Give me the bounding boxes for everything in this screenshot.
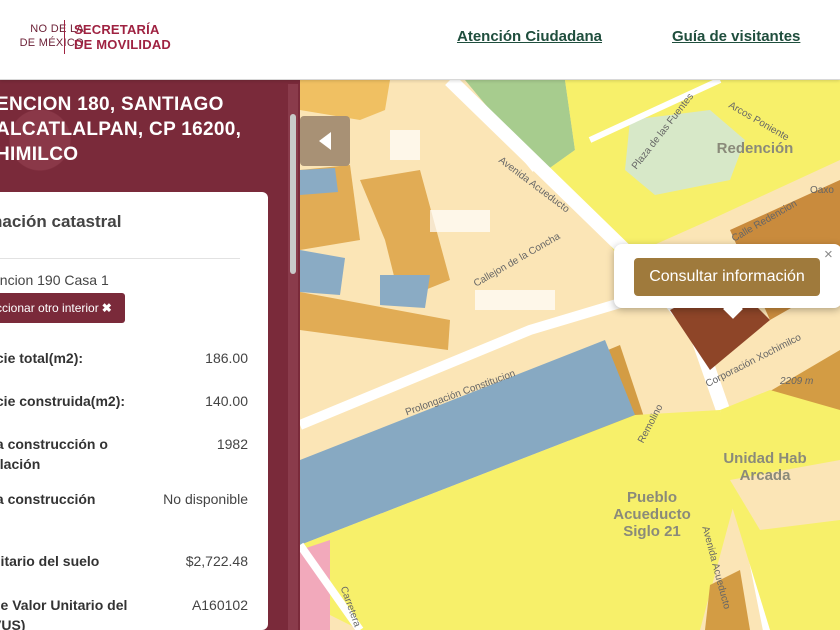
- street-label: Oaxo: [810, 185, 834, 196]
- row-label: la construcción: [0, 491, 96, 507]
- row-value: No disponible: [163, 491, 248, 507]
- collapse-panel-button[interactable]: [300, 116, 350, 166]
- area-label-pueblo: Pueblo Acueducto Siglo 21: [613, 489, 691, 540]
- row-label: icie total(m2):: [0, 350, 84, 366]
- select-other-interior-button[interactable]: ccionar otro interior ✖: [0, 293, 125, 323]
- row-label: nitario del suelo: [0, 553, 100, 569]
- area-label-unidad-hab: Unidad Hab Arcada: [723, 450, 807, 484]
- row-label: de Valor Unitario del VUS): [0, 597, 128, 630]
- interior-label: encion 190 Casa 1: [0, 272, 109, 288]
- secretaria-logo: SECRETARÍA DE MOVILIDAD: [74, 22, 171, 52]
- nav-link-atencion-ciudadana[interactable]: Atención Ciudadana: [457, 28, 602, 45]
- area-label-redencion: Redención: [716, 140, 794, 157]
- building: [390, 130, 420, 160]
- site-header: NO DE LA DE MÉXICO SECRETARÍA DE MOVILID…: [0, 0, 840, 80]
- cadastral-info-card: nación catastral encion 190 Casa 1 ccion…: [0, 192, 268, 630]
- property-address: ENCION 180, SANTIAGO ALCATLALPAN, CP 162…: [0, 92, 262, 167]
- row-value: 1982: [216, 436, 248, 452]
- government-logo: NO DE LA DE MÉXICO: [0, 22, 84, 50]
- row-label: la construcción o elación: [0, 436, 108, 472]
- gov-logo-line1: NO DE LA: [30, 23, 84, 35]
- elevation-label: 2209 m: [780, 376, 814, 387]
- map-popup: Consultar información ×: [614, 244, 840, 319]
- address-line-1: ENCION 180, SANTIAGO: [0, 94, 224, 115]
- select-button-label: ccionar otro interior: [0, 301, 99, 315]
- nav-link-guia-visitantes[interactable]: Guía de visitantes: [672, 28, 800, 45]
- panel-scrollbar[interactable]: [288, 84, 298, 630]
- close-icon[interactable]: ×: [824, 246, 833, 263]
- row-label: icie construida(m2):: [0, 393, 126, 409]
- gov-logo-line2: DE MÉXICO: [19, 37, 84, 49]
- row-value: A160102: [191, 597, 248, 613]
- consultar-informacion-button[interactable]: Consultar información: [634, 258, 820, 296]
- secretaria-line2: DE MOVILIDAD: [74, 37, 172, 52]
- chevron-left-icon: [319, 132, 331, 150]
- cadastral-map[interactable]: Avenida Acueducto Plaza de las Fuentes A…: [300, 80, 840, 630]
- row-value: 186.00: [205, 350, 248, 366]
- row-value: $2,722.48: [185, 553, 248, 569]
- lot[interactable]: [300, 168, 338, 195]
- row-value: 140.00: [205, 393, 248, 409]
- card-title: nación catastral: [0, 212, 122, 231]
- card-divider: [0, 258, 240, 259]
- building: [475, 290, 555, 310]
- building: [430, 210, 490, 232]
- app-root: NO DE LA DE MÉXICO SECRETARÍA DE MOVILID…: [0, 0, 840, 630]
- address-line-2: ALCATLALPAN, CP 16200,: [0, 119, 242, 140]
- close-x-icon: ✖: [101, 301, 112, 315]
- address-line-3: HIMILCO: [0, 144, 79, 165]
- logo-divider: [64, 20, 65, 54]
- secretaria-line1: SECRETARÍA: [74, 22, 160, 37]
- panel-scrollbar-thumb[interactable]: [290, 114, 296, 274]
- lot[interactable]: [380, 275, 430, 308]
